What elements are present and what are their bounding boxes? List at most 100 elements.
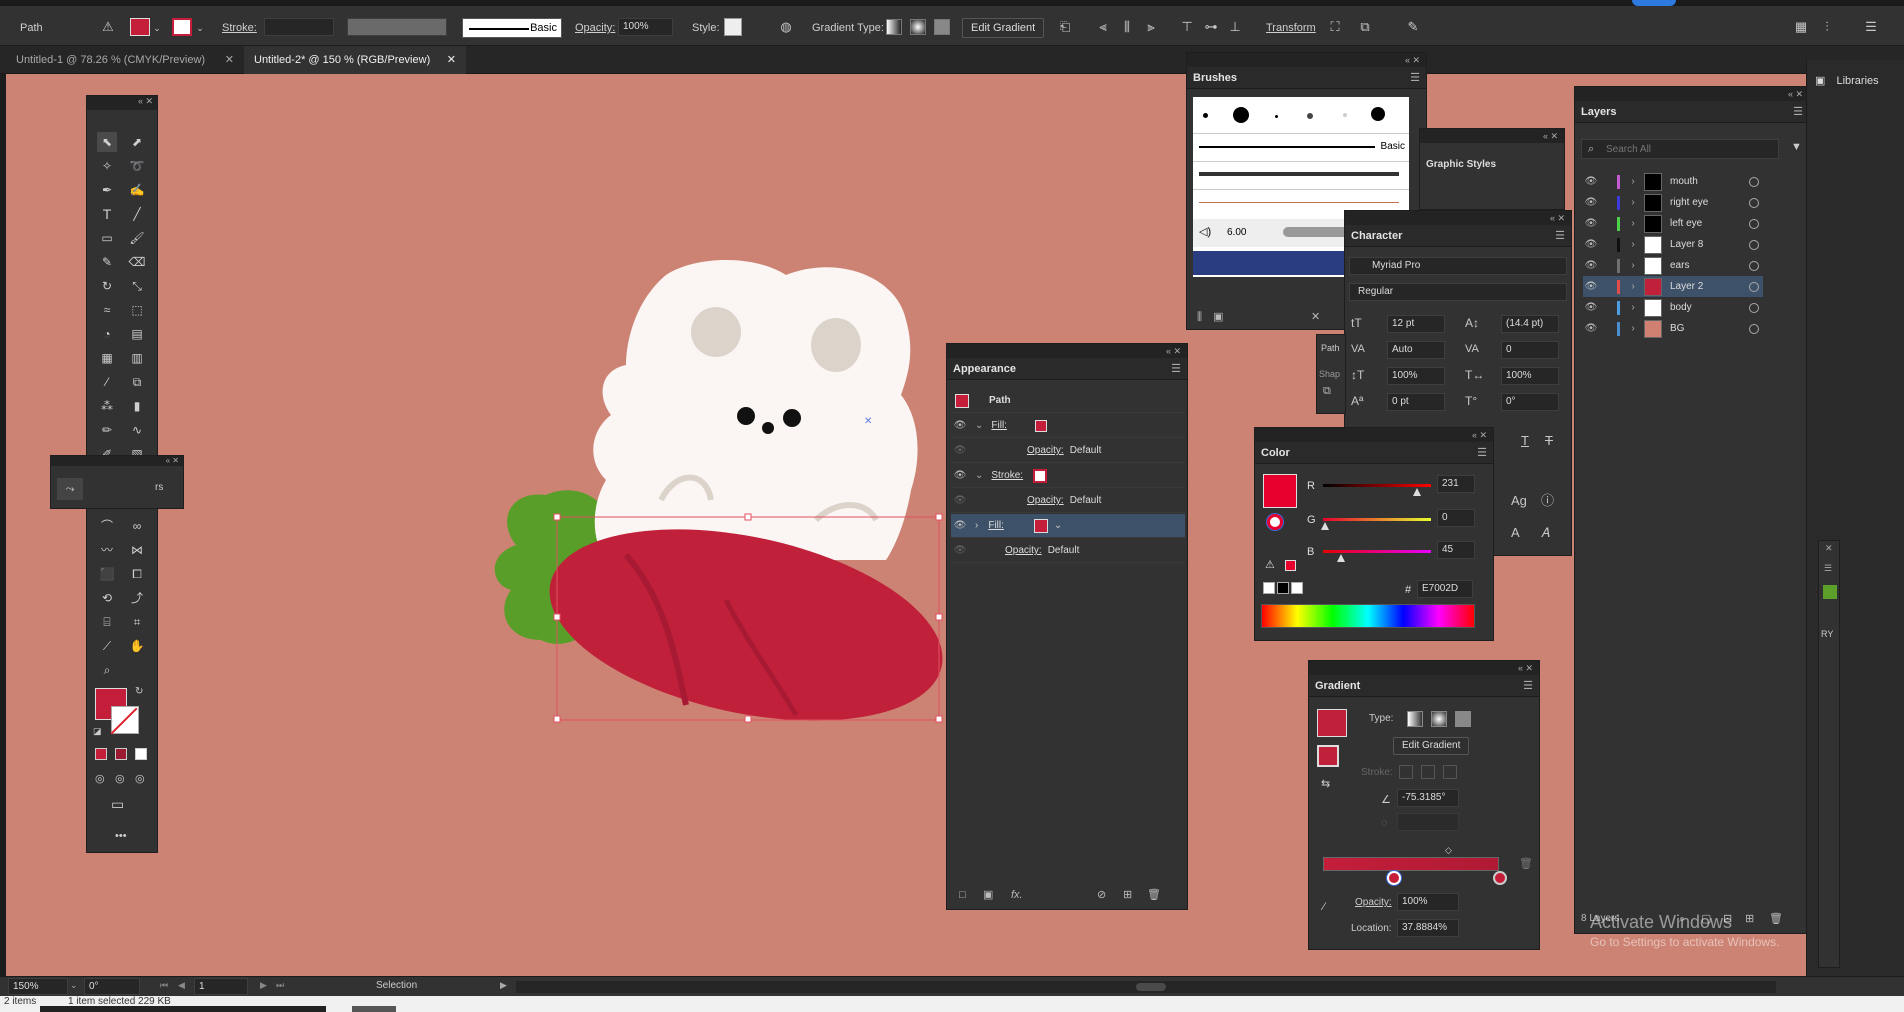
symbol-sprayer-tool-icon[interactable]: ⁂ xyxy=(97,396,117,416)
smooth-tool-icon[interactable]: ∿ xyxy=(127,420,147,440)
eye-icon[interactable]: 👁 xyxy=(1583,323,1599,334)
join-tool-icon[interactable]: ⋈ xyxy=(127,540,147,560)
rectangle-tool-icon[interactable]: ▭ xyxy=(97,228,117,248)
stroke-swatch[interactable] xyxy=(172,18,192,36)
layer-target-icon[interactable] xyxy=(1749,239,1759,250)
style-swatch[interactable] xyxy=(724,18,742,36)
status-menu-icon[interactable]: ▶ xyxy=(500,980,507,991)
brush-dot-small[interactable] xyxy=(1203,113,1208,118)
color-spectrum-bar[interactable] xyxy=(1261,604,1475,628)
more-options-icon[interactable]: ☰ xyxy=(1862,19,1880,35)
measure-tool-icon[interactable]: ⟋ xyxy=(97,636,117,656)
magic-wand-tool-icon[interactable]: ✧ xyxy=(97,156,117,176)
midpoint-diamond[interactable]: ◇ xyxy=(1445,845,1452,856)
eraser-tool-icon[interactable]: ⌫ xyxy=(127,252,147,272)
chevron-down-icon[interactable]: ⌄ xyxy=(1054,520,1062,531)
arc-tool-icon[interactable]: ⌒ xyxy=(97,516,117,536)
align-right-icon[interactable]: ⫸ xyxy=(1142,19,1160,35)
brush-library-icon[interactable]: ⫼ xyxy=(1197,311,1202,323)
eye-icon[interactable]: 👁 xyxy=(1583,281,1599,292)
gradient-mode-button[interactable] xyxy=(115,748,127,760)
layer-row[interactable]: 👁 › ears xyxy=(1583,255,1763,276)
slice-tool-icon[interactable]: ⌸ xyxy=(97,612,117,632)
appearance-object-opacity-row[interactable]: 👁 Opacity: Default xyxy=(951,539,1185,563)
eye-icon[interactable]: 👁 xyxy=(951,420,969,431)
r-slider-track[interactable] xyxy=(1323,484,1431,487)
delete-layer-icon[interactable]: 🗑 xyxy=(1769,907,1783,931)
snap-to-glyph-icon[interactable]: Ag xyxy=(1511,493,1527,509)
chevron-right-icon[interactable]: › xyxy=(1626,260,1640,271)
chevron-right-icon[interactable]: › xyxy=(1626,323,1640,334)
layers-search-box[interactable]: ⌕ xyxy=(1581,139,1779,159)
r-slider-thumb[interactable] xyxy=(1413,488,1421,496)
artboard-icon[interactable]: ⎗ xyxy=(1056,19,1074,35)
libraries-panel-icon[interactable]: ▣ xyxy=(1213,311,1223,323)
panel-menu-icon[interactable]: ☰ xyxy=(1171,362,1181,375)
glyph-a-icon[interactable]: A xyxy=(1511,525,1520,541)
vertical-scale-field[interactable]: 100% xyxy=(1387,367,1445,385)
stroke-row-swatch[interactable] xyxy=(1033,468,1048,483)
layer-target-icon[interactable] xyxy=(1749,218,1759,229)
layer-row[interactable]: 👁 › Layer 8 xyxy=(1583,234,1763,255)
transform-link[interactable]: Transform xyxy=(1266,22,1316,34)
gradient-type-linear[interactable] xyxy=(1407,711,1423,727)
close-icon[interactable]: ✕ xyxy=(225,46,234,74)
character-collapse-bar[interactable]: « ✕ xyxy=(1345,211,1571,225)
horizontal-scrollbar[interactable] xyxy=(516,981,1776,993)
angle-field[interactable]: -75.3185° xyxy=(1397,789,1459,807)
layer-row[interactable]: 👁 › body xyxy=(1583,297,1763,318)
crop-tool-icon[interactable]: ⧠ xyxy=(127,564,147,584)
eye-icon[interactable]: 👁 xyxy=(1583,218,1599,229)
appearance-stroke-opacity-row[interactable]: 👁 Opacity: Default xyxy=(951,489,1185,513)
b-slider-track[interactable] xyxy=(1323,550,1431,553)
brush-dot-faint[interactable] xyxy=(1343,113,1347,117)
layer-row[interactable]: 👁 › left eye xyxy=(1583,213,1763,234)
chevron-right-icon[interactable]: › xyxy=(1626,302,1640,313)
workspace-icon[interactable]: ▦ xyxy=(1792,19,1810,35)
underline-icon[interactable]: T xyxy=(1521,433,1529,449)
add-stroke-icon[interactable]: □ xyxy=(959,882,966,908)
draw-normal-icon[interactable]: ◎ xyxy=(95,772,105,785)
layer-target-icon[interactable] xyxy=(1749,281,1759,292)
appearance-collapse-bar[interactable]: « ✕ xyxy=(947,344,1187,358)
path-eraser-tool-icon[interactable]: 〰 xyxy=(97,540,117,560)
baseline-shift-field[interactable]: 0 pt xyxy=(1387,393,1445,411)
linear-gradient-button[interactable] xyxy=(886,19,902,35)
pen-tool-icon[interactable]: ✒ xyxy=(97,180,117,200)
layer-target-icon[interactable] xyxy=(1749,176,1759,187)
reshape-tool-icon[interactable]: ⤴ xyxy=(127,588,147,608)
layer-row[interactable]: 👁 › BG xyxy=(1583,318,1763,339)
horizontal-scale-field[interactable]: 100% xyxy=(1501,367,1559,385)
tab-untitled-1[interactable]: Untitled-1 @ 78.26 % (CMYK/Preview) ✕ xyxy=(6,46,244,74)
free-transform-tool-icon[interactable]: ⬚ xyxy=(127,300,147,320)
chevron-right-icon[interactable]: › xyxy=(1626,218,1640,229)
gradient-stop-right[interactable] xyxy=(1493,871,1507,885)
eye-icon[interactable]: 👁 xyxy=(951,545,969,556)
character-rotation-field[interactable]: 0° xyxy=(1501,393,1559,411)
first-artboard-icon[interactable]: ⏮ xyxy=(160,980,168,991)
appearance-path-row[interactable]: Path xyxy=(951,389,1185,413)
gradient-collapse-bar[interactable]: « ✕ xyxy=(1309,661,1539,675)
g-slider-thumb[interactable] xyxy=(1321,522,1329,530)
color-collapse-bar[interactable]: « ✕ xyxy=(1255,428,1493,442)
layer-target-icon[interactable] xyxy=(1749,323,1759,334)
chevron-right-icon[interactable]: › xyxy=(1626,239,1640,250)
b-slider-thumb[interactable] xyxy=(1337,554,1345,562)
slice-select-tool-icon[interactable]: ⌗ xyxy=(127,612,147,632)
toolbox-stroke-swatch[interactable] xyxy=(110,706,139,735)
taskbar-item[interactable] xyxy=(352,1006,396,1012)
brush-dot-tiny[interactable] xyxy=(1275,115,1278,118)
color-mode-button[interactable] xyxy=(95,748,107,760)
gradient-stop-left[interactable] xyxy=(1387,871,1401,885)
add-fill-icon[interactable]: ▣ xyxy=(983,882,993,908)
appearance-fill-row[interactable]: 👁 ⌄ Fill: xyxy=(951,414,1185,438)
opacity-field[interactable]: 100% xyxy=(618,18,673,36)
r-value-field[interactable]: 231 xyxy=(1437,475,1475,493)
duplicate-item-icon[interactable]: ⊞ xyxy=(1123,882,1132,908)
gamut-swatch[interactable] xyxy=(1285,560,1296,571)
eye-icon[interactable]: 👁 xyxy=(951,470,969,481)
chevron-down-icon[interactable]: ⌄ xyxy=(975,470,983,481)
info-icon[interactable]: ⓘ xyxy=(1541,493,1554,509)
panel-menu-icon[interactable]: ☰ xyxy=(1477,446,1487,459)
strikethrough-icon[interactable]: T xyxy=(1545,433,1553,449)
